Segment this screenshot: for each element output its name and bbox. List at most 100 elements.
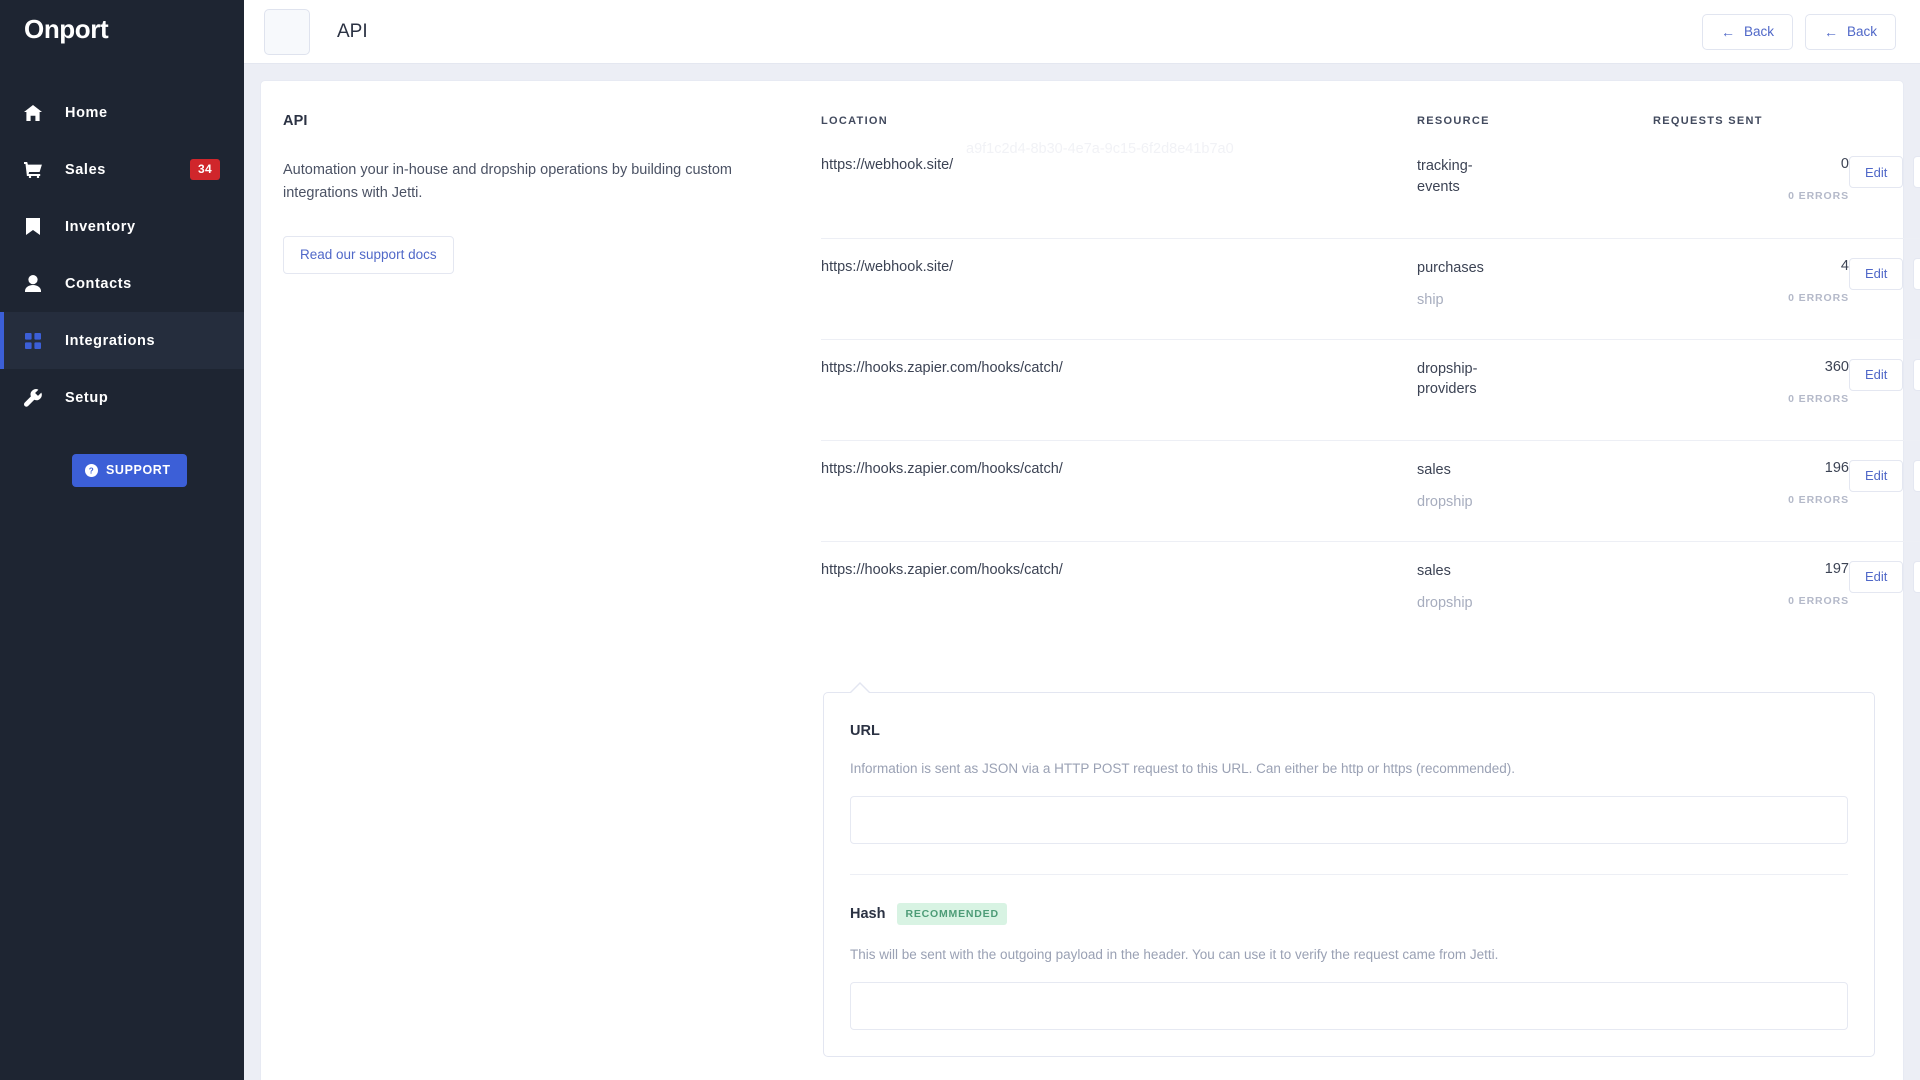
cell-actions: Edit: [1849, 439, 1920, 541]
hash-field-help-text: This will be sent with the outgoing payl…: [850, 947, 1499, 962]
edit-button[interactable]: Edit: [1849, 459, 1904, 492]
main-area: API ← Back ← Back API Automation your in…: [244, 0, 1920, 1080]
support-button-container: ? SUPPORT: [0, 454, 244, 487]
resource-name: sales: [1417, 461, 1451, 478]
edit-button[interactable]: Edit: [1849, 257, 1904, 290]
hash-field-label: Hash: [850, 906, 886, 922]
sidebar-item-integrations[interactable]: Integrations: [0, 312, 244, 369]
row-action-group: Edit: [1849, 459, 1920, 492]
sidebar-item-label: Contacts: [65, 275, 132, 292]
location-url: https://hooks.zapier.com/hooks/catch/: [821, 460, 1063, 477]
webhook-detail-panel: URL Information is sent as JSON via a HT…: [823, 682, 1875, 1057]
arrow-left-icon: ←: [1720, 23, 1735, 40]
recommended-badge: RECOMMENDED: [897, 903, 1007, 925]
home-icon: [22, 104, 44, 122]
resource-subtype: dropship: [1417, 494, 1473, 511]
field-divider: [850, 874, 1848, 875]
row-action-group: Edit: [1849, 156, 1920, 188]
sidebar-item-inventory[interactable]: Inventory: [0, 198, 244, 255]
table-row[interactable]: https://hooks.zapier.com/hooks/catch/ sa…: [821, 540, 1920, 642]
edit-button[interactable]: Edit: [1849, 358, 1904, 391]
person-icon: [22, 275, 44, 293]
url-input[interactable]: [850, 796, 1848, 844]
location-url: https://webhook.site/: [821, 258, 954, 275]
table-row[interactable]: https://hooks.zapier.com/hooks/catch/ dr…: [821, 338, 1920, 440]
hash-input[interactable]: [850, 982, 1848, 1030]
column-header-actions: [1849, 81, 1920, 137]
support-button[interactable]: ? SUPPORT: [72, 454, 187, 487]
cell-location: https://webhook.site/: [821, 237, 1417, 339]
brand-name: Onport: [24, 13, 109, 44]
arrow-left-icon: ←: [1823, 23, 1838, 40]
back-button-secondary[interactable]: ← Back: [1804, 13, 1896, 50]
column-header-resource: RESOURCE: [1417, 115, 1490, 127]
requests-count: 360: [1824, 358, 1849, 375]
delete-button[interactable]: [1913, 257, 1920, 290]
table-body: https://webhook.site/ a9f1c2d4-8b30-4e7a…: [821, 137, 1920, 642]
sidebar-item-contacts[interactable]: Contacts: [0, 255, 244, 312]
resource-name: tracking-events: [1417, 158, 1473, 195]
back-button-label: Back: [1846, 24, 1877, 39]
requests-count: 196: [1824, 459, 1849, 476]
back-button-primary[interactable]: ← Back: [1701, 13, 1793, 50]
app-root: Onport Home Sales 34 Inventory Contacts …: [0, 0, 1920, 1080]
delete-button[interactable]: [1913, 459, 1920, 492]
delete-button[interactable]: [1913, 560, 1920, 593]
column-header-requests-sent: REQUESTS SENT: [1653, 115, 1763, 127]
svg-text:?: ?: [89, 466, 94, 475]
table-row[interactable]: https://webhook.site/ a9f1c2d4-8b30-4e7a…: [821, 137, 1920, 238]
table-row[interactable]: https://webhook.site/ purchases ship 4 0…: [821, 237, 1920, 339]
intro-column: API Automation your in-house and dropshi…: [261, 81, 821, 1080]
errors-count: 0 ERRORS: [1788, 291, 1849, 304]
content-card: API Automation your in-house and dropshi…: [260, 80, 1920, 1080]
edit-button[interactable]: Edit: [1849, 560, 1904, 593]
resource-subtype: dropship: [1417, 595, 1473, 612]
row-action-group: Edit: [1849, 560, 1920, 593]
location-url: https://hooks.zapier.com/hooks/catch/: [821, 359, 1063, 376]
table-head: LOCATION RESOURCE REQUESTS SENT: [821, 81, 1920, 137]
sidebar-item-setup[interactable]: Setup: [0, 369, 244, 426]
delete-button[interactable]: [1913, 358, 1920, 391]
intro-title: API: [283, 113, 308, 129]
sidebar-nav: Home Sales 34 Inventory Contacts Integra…: [0, 84, 244, 426]
grid-icon: [22, 332, 44, 350]
requests-count: 0: [1840, 156, 1849, 172]
edit-button[interactable]: Edit: [1849, 156, 1904, 188]
row-action-group: Edit: [1849, 358, 1920, 391]
read-support-docs-button[interactable]: Read our support docs: [283, 235, 454, 274]
cell-requests: 197 0 ERRORS: [1653, 540, 1849, 642]
requests-count: 4: [1840, 257, 1849, 274]
row-action-group: Edit: [1849, 257, 1920, 290]
content-scroll-area[interactable]: API Automation your in-house and dropshi…: [244, 64, 1920, 1080]
sidebar-item-home[interactable]: Home: [0, 84, 244, 141]
table-row[interactable]: https://hooks.zapier.com/hooks/catch/ sa…: [821, 439, 1920, 541]
cell-actions: Edit: [1849, 237, 1920, 339]
webhooks-column: LOCATION RESOURCE REQUESTS SENT https://…: [821, 81, 1920, 1080]
location-url: https://webhook.site/: [821, 157, 954, 173]
sidebar-item-label: Inventory: [65, 218, 136, 235]
resource-name: purchases: [1417, 259, 1484, 276]
errors-count: 0 ERRORS: [1788, 493, 1849, 506]
sidebar-item-sales[interactable]: Sales 34: [0, 141, 244, 198]
cell-requests: 0 0 ERRORS: [1653, 137, 1849, 238]
resource-subtype: ship: [1417, 292, 1444, 309]
topbar: API ← Back ← Back: [244, 0, 1920, 64]
brand-logo[interactable]: Onport: [0, 0, 244, 58]
table-header-row: LOCATION RESOURCE REQUESTS SENT: [821, 81, 1920, 137]
delete-button[interactable]: [1913, 156, 1920, 188]
url-field-help-text: Information is sent as JSON via a HTTP P…: [850, 761, 1516, 776]
errors-count: 0 ERRORS: [1788, 392, 1849, 405]
back-button-label: Back: [1743, 24, 1774, 39]
cell-location: https://hooks.zapier.com/hooks/catch/: [821, 338, 1417, 440]
intro-description: Automation your in-house and dropship op…: [283, 162, 732, 202]
location-url: https://hooks.zapier.com/hooks/catch/: [821, 561, 1063, 578]
sidebar-item-label: Setup: [65, 389, 109, 406]
errors-count: 0 ERRORS: [1788, 594, 1849, 607]
resource-name: sales: [1417, 562, 1451, 579]
sidebar-item-label: Integrations: [65, 332, 156, 349]
cell-resource: dropship-providers: [1417, 338, 1653, 440]
resource-name: dropship-providers: [1417, 360, 1478, 398]
cell-requests: 360 0 ERRORS: [1653, 338, 1849, 440]
cell-requests: 4 0 ERRORS: [1653, 237, 1849, 339]
hash-field-block: Hash RECOMMENDED This will be sent with …: [850, 903, 1848, 1030]
